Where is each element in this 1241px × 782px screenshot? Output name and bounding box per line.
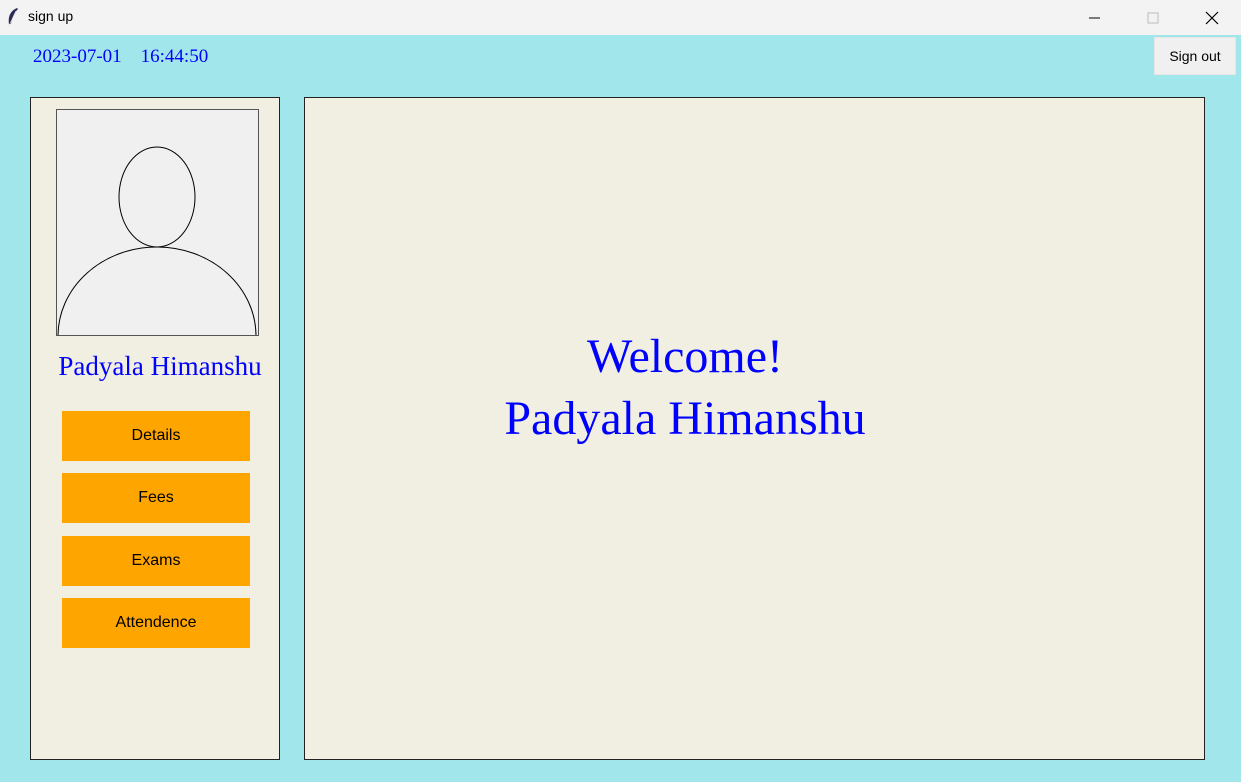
sidebar-panel: Padyala Himanshu Details Fees Exams Atte…	[30, 97, 280, 760]
datetime-display: 2023-07-01 16:44:50	[33, 46, 208, 68]
user-avatar-icon	[57, 146, 257, 335]
attendence-button[interactable]: Attendence	[62, 598, 250, 648]
maximize-button[interactable]	[1130, 0, 1176, 35]
title-bar: sign up	[0, 0, 1241, 35]
minimize-button[interactable]	[1072, 0, 1118, 35]
welcome-user-name: Padyala Himanshu	[504, 392, 866, 445]
sidebar-user-name: Padyala Himanshu	[58, 351, 262, 381]
close-icon	[1205, 11, 1219, 24]
time-text: 16:44:50	[140, 46, 209, 67]
main-panel: Welcome! Padyala Himanshu	[304, 97, 1205, 760]
window-title: sign up	[28, 8, 74, 24]
fees-button[interactable]: Fees	[62, 473, 250, 523]
exams-button[interactable]: Exams	[62, 536, 250, 586]
close-button[interactable]	[1189, 0, 1235, 35]
feather-icon	[8, 8, 18, 27]
date-text: 2023-07-01	[33, 46, 122, 67]
maximize-icon	[1147, 12, 1159, 23]
details-button[interactable]: Details	[62, 411, 250, 461]
avatar	[56, 109, 259, 336]
sign-out-button[interactable]: Sign out	[1154, 37, 1236, 75]
minimize-icon	[1089, 17, 1100, 18]
welcome-heading: Welcome!	[586, 330, 784, 383]
welcome-message: Welcome! Padyala Himanshu	[305, 326, 1065, 450]
